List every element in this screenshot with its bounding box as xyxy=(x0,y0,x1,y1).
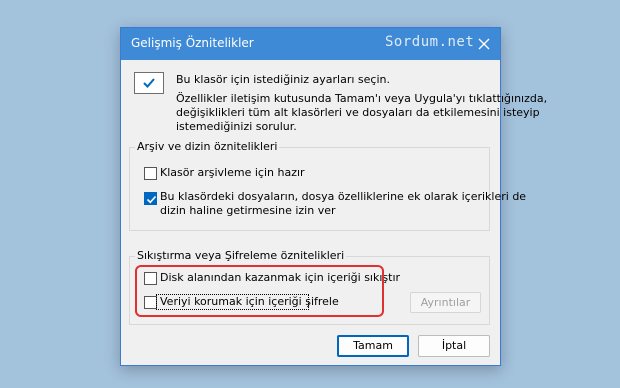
details-button[interactable]: Ayrıntılar xyxy=(410,292,481,313)
checkbox-check-icon xyxy=(134,72,164,94)
close-icon xyxy=(478,38,490,50)
index-checkbox[interactable] xyxy=(144,192,157,205)
archive-attributes-group xyxy=(129,147,490,231)
highlight-annotation xyxy=(135,265,384,317)
archive-checkbox-label[interactable]: Klasör arşivleme için hazır xyxy=(160,166,305,180)
header-description-line-2: değişiklikleri tüm alt klasörleri ve dos… xyxy=(176,106,540,119)
dialog-title: Gelişmiş Öznitelikler xyxy=(131,36,254,50)
close-button[interactable] xyxy=(468,28,500,60)
watermark: Sordum.net xyxy=(385,34,475,50)
title-bar[interactable]: Gelişmiş Öznitelikler Sordum.net xyxy=(121,28,500,60)
compress-group-title: Sıkıştırma veya Şifreleme öznitelikleri xyxy=(135,249,347,263)
ok-button[interactable]: Tamam xyxy=(337,335,409,357)
index-checkbox-label-line-2[interactable]: dizin haline getirmesine izin ver xyxy=(160,204,336,218)
archive-group-title: Arşiv ve dizin öznitelikleri xyxy=(135,140,280,154)
index-checkbox-label-line-1[interactable]: Bu klasördeki dosyaların, dosya özellikl… xyxy=(160,190,526,204)
header-instruction: Bu klasör için istediğiniz ayarları seçi… xyxy=(176,73,390,86)
archive-checkbox[interactable] xyxy=(144,167,157,180)
header-description-line-3: istemediğinizi sorulur. xyxy=(176,120,297,133)
cancel-button[interactable]: İptal xyxy=(418,335,490,357)
header-description-line-1: Özellikler iletişim kutusunda Tamam'ı ve… xyxy=(176,92,548,105)
check-icon xyxy=(146,195,157,204)
